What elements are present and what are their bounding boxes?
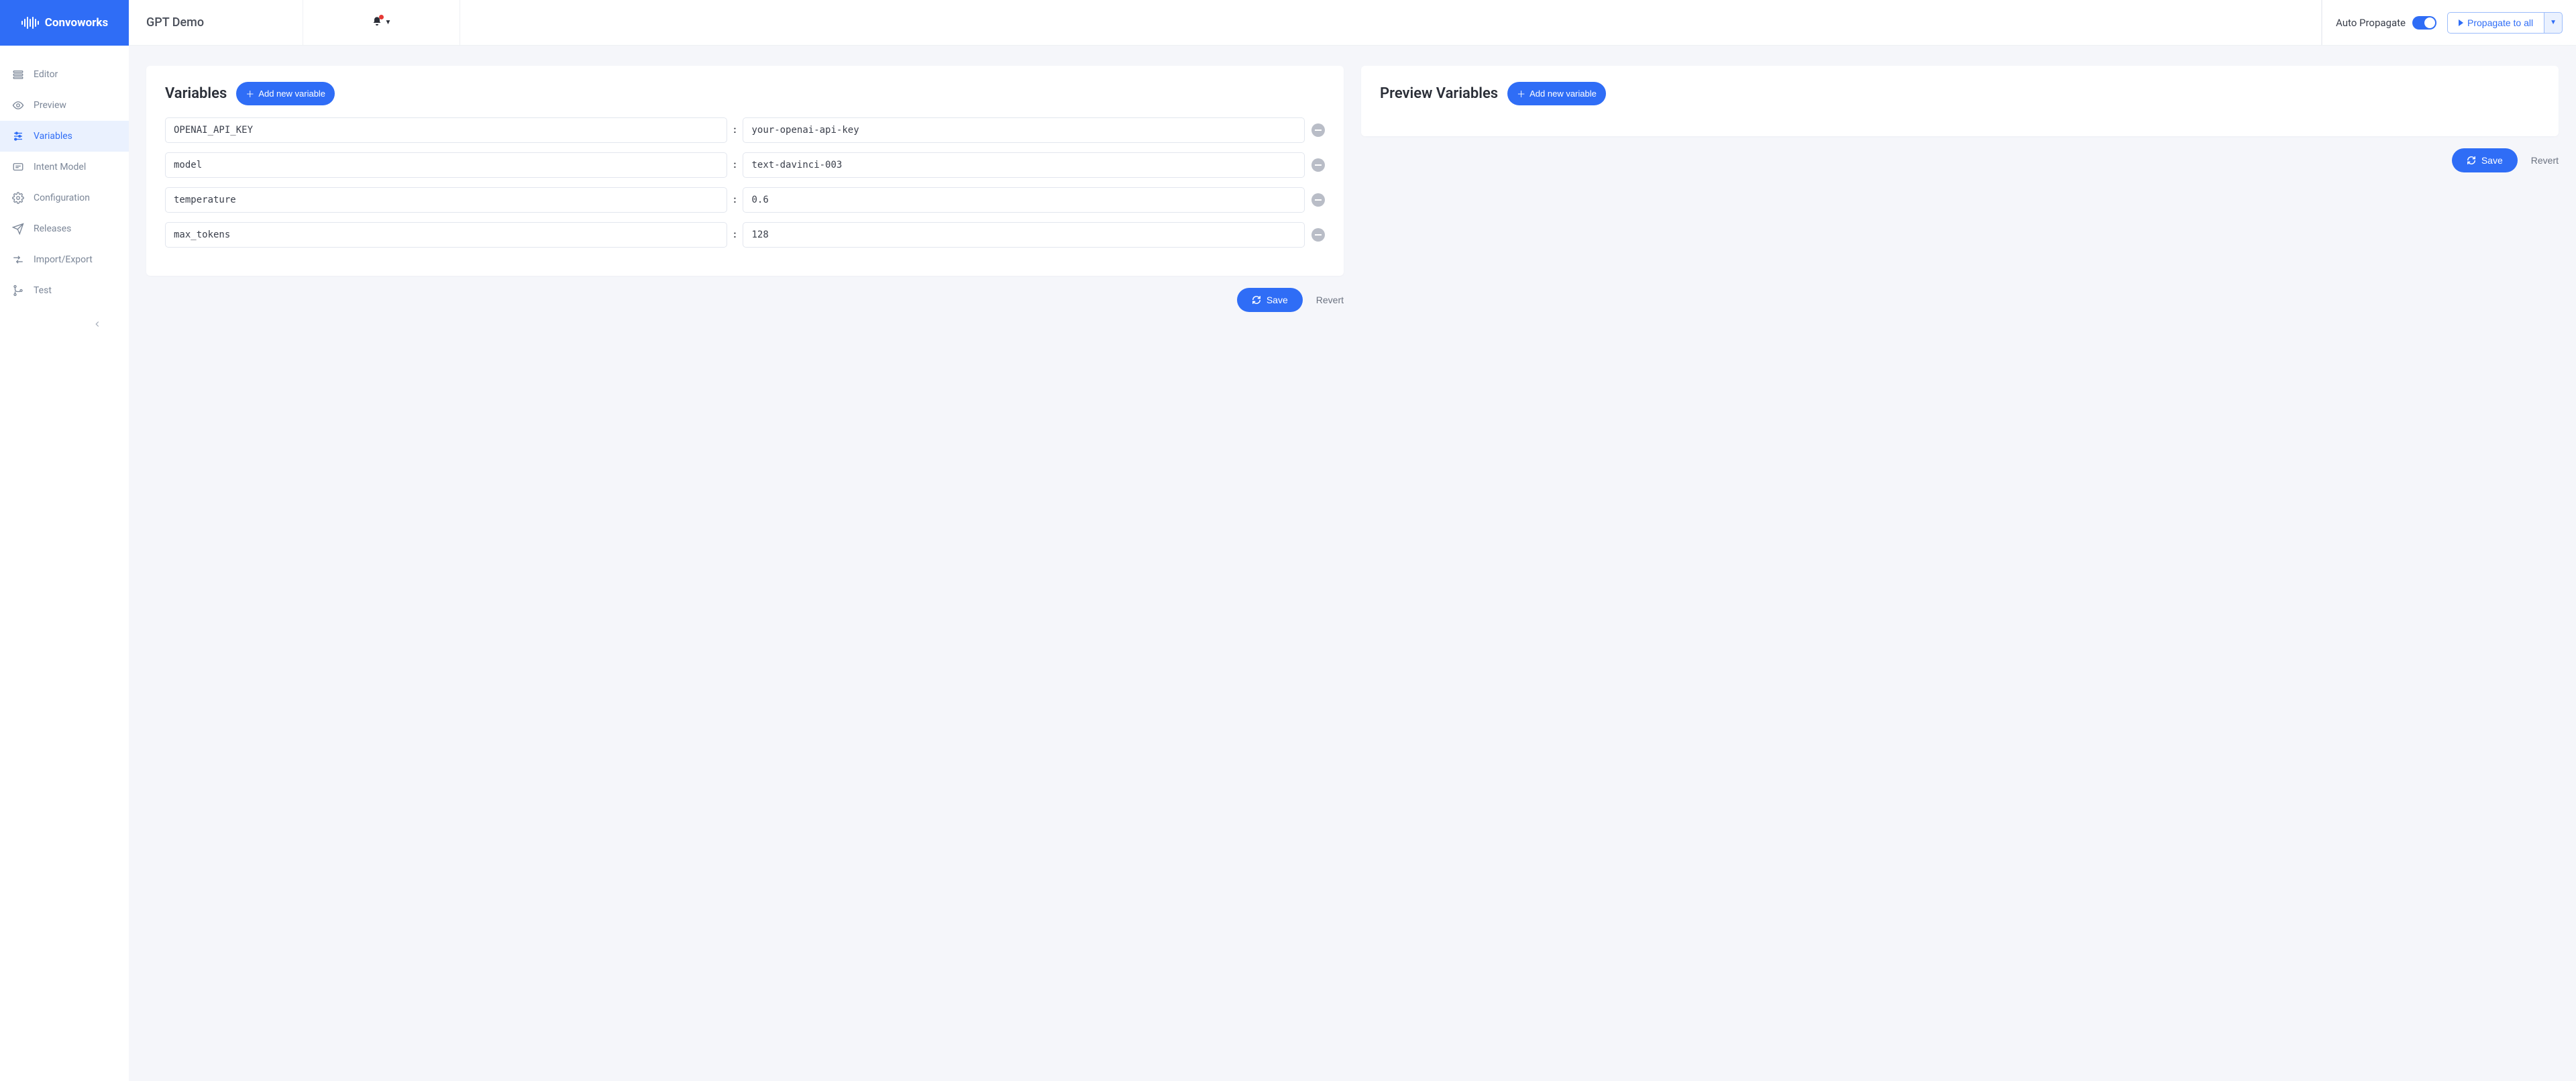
plus-icon: ＋ [1517, 87, 1525, 100]
logo[interactable]: Convoworks [0, 0, 129, 46]
releases-icon [12, 223, 24, 235]
refresh-icon [1252, 295, 1261, 305]
sidebar-item-import-export[interactable]: Import/Export [0, 244, 129, 275]
minus-icon [1315, 130, 1322, 131]
sidebar-item-intent-model[interactable]: Intent Model [0, 152, 129, 183]
sidebar: Convoworks Editor Preview Variables Inte… [0, 0, 129, 1081]
sidebar-item-editor[interactable]: Editor [0, 59, 129, 90]
auto-propagate-toggle[interactable]: Auto Propagate [2336, 16, 2436, 30]
sidebar-item-configuration[interactable]: Configuration [0, 183, 129, 213]
sidebar-item-releases[interactable]: Releases [0, 213, 129, 244]
service-title: GPT Demo [129, 0, 303, 45]
variables-icon [12, 130, 24, 142]
variable-value-input[interactable] [743, 187, 1305, 213]
sidebar-item-label: Intent Model [34, 162, 86, 172]
play-icon [2459, 19, 2463, 26]
save-preview-variables-button[interactable]: Save [2452, 148, 2518, 172]
preview-variables-card: Preview Variables ＋ Add new variable [1361, 66, 2559, 136]
add-variable-label: Add new variable [258, 89, 325, 99]
variables-title: Variables [165, 85, 227, 102]
sidebar-item-variables[interactable]: Variables [0, 121, 129, 152]
sidebar-item-test[interactable]: Test [0, 275, 129, 306]
variable-key-input[interactable] [165, 152, 727, 178]
topbar: GPT Demo ▼ Auto Propagate Propagate to a [129, 0, 2576, 46]
notifications-dropdown[interactable]: ▼ [303, 0, 460, 45]
plus-icon: ＋ [246, 87, 254, 100]
variable-row: : [165, 187, 1325, 213]
notification-dot [379, 15, 384, 19]
propagate-button-group: Propagate to all ▼ [2447, 12, 2563, 34]
delete-variable-button[interactable] [1311, 123, 1325, 137]
colon-separator: : [734, 229, 737, 240]
toggle-switch[interactable] [2412, 16, 2436, 30]
colon-separator: : [734, 195, 737, 205]
sidebar-item-label: Test [34, 285, 52, 296]
editor-icon [12, 68, 24, 81]
import-export-icon [12, 254, 24, 266]
sidebar-item-label: Configuration [34, 193, 90, 203]
minus-icon [1315, 234, 1322, 236]
chevron-left-icon [93, 319, 102, 329]
variable-key-input[interactable] [165, 187, 727, 213]
sidebar-item-label: Releases [34, 223, 71, 234]
variable-value-input[interactable] [743, 152, 1305, 178]
delete-variable-button[interactable] [1311, 228, 1325, 242]
minus-icon [1315, 164, 1322, 166]
variable-key-input[interactable] [165, 222, 727, 248]
logo-text: Convoworks [45, 16, 108, 30]
logo-icon [21, 16, 40, 30]
propagate-label: Propagate to all [2467, 17, 2533, 28]
colon-separator: : [734, 160, 737, 170]
variable-row: : [165, 117, 1325, 143]
nav: Editor Preview Variables Intent Model Co… [0, 46, 129, 306]
sidebar-item-label: Import/Export [34, 254, 93, 265]
save-label: Save [2481, 155, 2503, 166]
variable-key-input[interactable] [165, 117, 727, 143]
delete-variable-button[interactable] [1311, 193, 1325, 207]
sidebar-item-label: Preview [34, 100, 66, 111]
refresh-icon [2467, 156, 2476, 165]
test-icon [12, 285, 24, 297]
sidebar-item-label: Variables [34, 131, 72, 142]
variable-value-input[interactable] [743, 222, 1305, 248]
propagate-dropdown-button[interactable]: ▼ [2544, 12, 2563, 34]
caret-down-icon: ▼ [385, 19, 392, 26]
add-preview-variable-label: Add new variable [1529, 89, 1597, 99]
variable-row: : [165, 152, 1325, 178]
propagate-to-all-button[interactable]: Propagate to all [2447, 12, 2544, 34]
auto-propagate-label: Auto Propagate [2336, 17, 2406, 29]
add-variable-button[interactable]: ＋ Add new variable [236, 82, 335, 105]
bell-icon [372, 16, 382, 30]
preview-icon [12, 99, 24, 111]
colon-separator: : [734, 125, 737, 136]
intent-model-icon [12, 161, 24, 173]
revert-preview-variables-button[interactable]: Revert [2531, 155, 2559, 166]
save-variables-button[interactable]: Save [1237, 288, 1303, 312]
sidebar-item-label: Editor [34, 69, 58, 80]
variable-value-input[interactable] [743, 117, 1305, 143]
configuration-icon [12, 192, 24, 204]
add-preview-variable-button[interactable]: ＋ Add new variable [1507, 82, 1606, 105]
save-label: Save [1267, 295, 1288, 305]
minus-icon [1315, 199, 1322, 201]
revert-variables-button[interactable]: Revert [1316, 295, 1344, 305]
delete-variable-button[interactable] [1311, 158, 1325, 172]
variables-card: Variables ＋ Add new variable :::: [146, 66, 1344, 276]
sidebar-item-preview[interactable]: Preview [0, 90, 129, 121]
preview-variables-title: Preview Variables [1380, 85, 1498, 102]
sidebar-collapse-button[interactable] [0, 319, 129, 329]
variable-row: : [165, 222, 1325, 248]
